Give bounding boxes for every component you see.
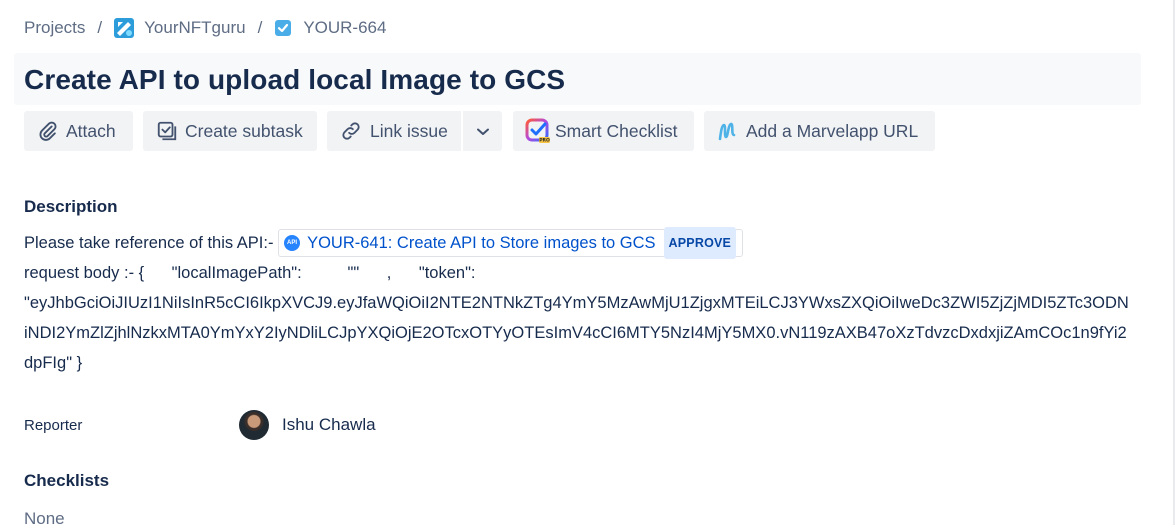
reporter-avatar[interactable] (239, 410, 269, 440)
marvelapp-icon (717, 119, 739, 143)
reporter-name[interactable]: Ishu Chawla (282, 415, 376, 435)
smart-checklist-icon: PRO (525, 118, 551, 144)
request-body-line-3: iNDI2YmZlZjhlNzkxMTA0YmYxY2IyNDliLCJpYXQ… (24, 324, 1127, 342)
reporter-label: Reporter (24, 417, 83, 434)
smart-checklist-button[interactable]: PRO Smart Checklist (513, 111, 694, 151)
request-body-line-1: request body :- { "localImagePath": "" ,… (24, 264, 476, 282)
project-avatar-icon[interactable] (114, 18, 135, 38)
linked-issue-smartlink[interactable]: API YOUR-641: Create API to Store images… (278, 226, 744, 259)
description-line: Please take reference of this API:- API … (24, 226, 1134, 259)
add-marvelapp-url-button[interactable]: Add a Marvelapp URL (704, 111, 935, 151)
issue-title[interactable]: Create API to upload local Image to GCS (24, 64, 565, 96)
request-body-line-2: "eyJhbGciOiJIUzI1NiIsInR5cCI6IkpXVCJ9.ey… (24, 294, 1129, 312)
attach-label: Attach (66, 120, 116, 141)
chevron-down-icon (476, 121, 490, 142)
api-icon: API (284, 234, 301, 251)
breadcrumb-projects[interactable]: Projects (24, 18, 85, 38)
svg-text:PRO: PRO (539, 138, 550, 144)
checklists-value: None (24, 509, 65, 528)
breadcrumb-separator: / (97, 18, 103, 37)
description-heading: Description (24, 197, 118, 216)
request-body-line-4: dpFIg" } (24, 354, 83, 372)
link-icon (339, 120, 363, 142)
linked-issue-title[interactable]: YOUR-641: Create API to Store images to … (307, 228, 655, 258)
attach-button[interactable]: Attach (24, 111, 133, 151)
breadcrumb-issue-key[interactable]: YOUR-664 (303, 18, 386, 38)
smart-checklist-label: Smart Checklist (555, 120, 678, 141)
create-subtask-button[interactable]: Create subtask (143, 111, 317, 151)
task-type-icon[interactable] (274, 19, 292, 37)
link-issue-label: Link issue (370, 120, 448, 141)
checklists-heading: Checklists (24, 471, 110, 490)
paperclip-icon (37, 120, 59, 142)
subtask-icon (156, 120, 178, 142)
breadcrumb: Projects / YourNFTguru / YOUR-664 (24, 18, 386, 38)
description-body[interactable]: Please take reference of this API:- API … (24, 226, 1134, 378)
marvelapp-label: Add a Marvelapp URL (746, 120, 919, 141)
breadcrumb-project[interactable]: YourNFTguru (144, 18, 245, 38)
status-lozenge: APPROVE (663, 226, 737, 259)
breadcrumb-separator: / (257, 18, 263, 37)
description-intro: Please take reference of this API:- (24, 234, 274, 252)
link-issue-dropdown[interactable] (463, 111, 502, 151)
create-subtask-label: Create subtask (185, 120, 303, 141)
issue-title-container[interactable]: Create API to upload local Image to GCS (14, 53, 1141, 105)
